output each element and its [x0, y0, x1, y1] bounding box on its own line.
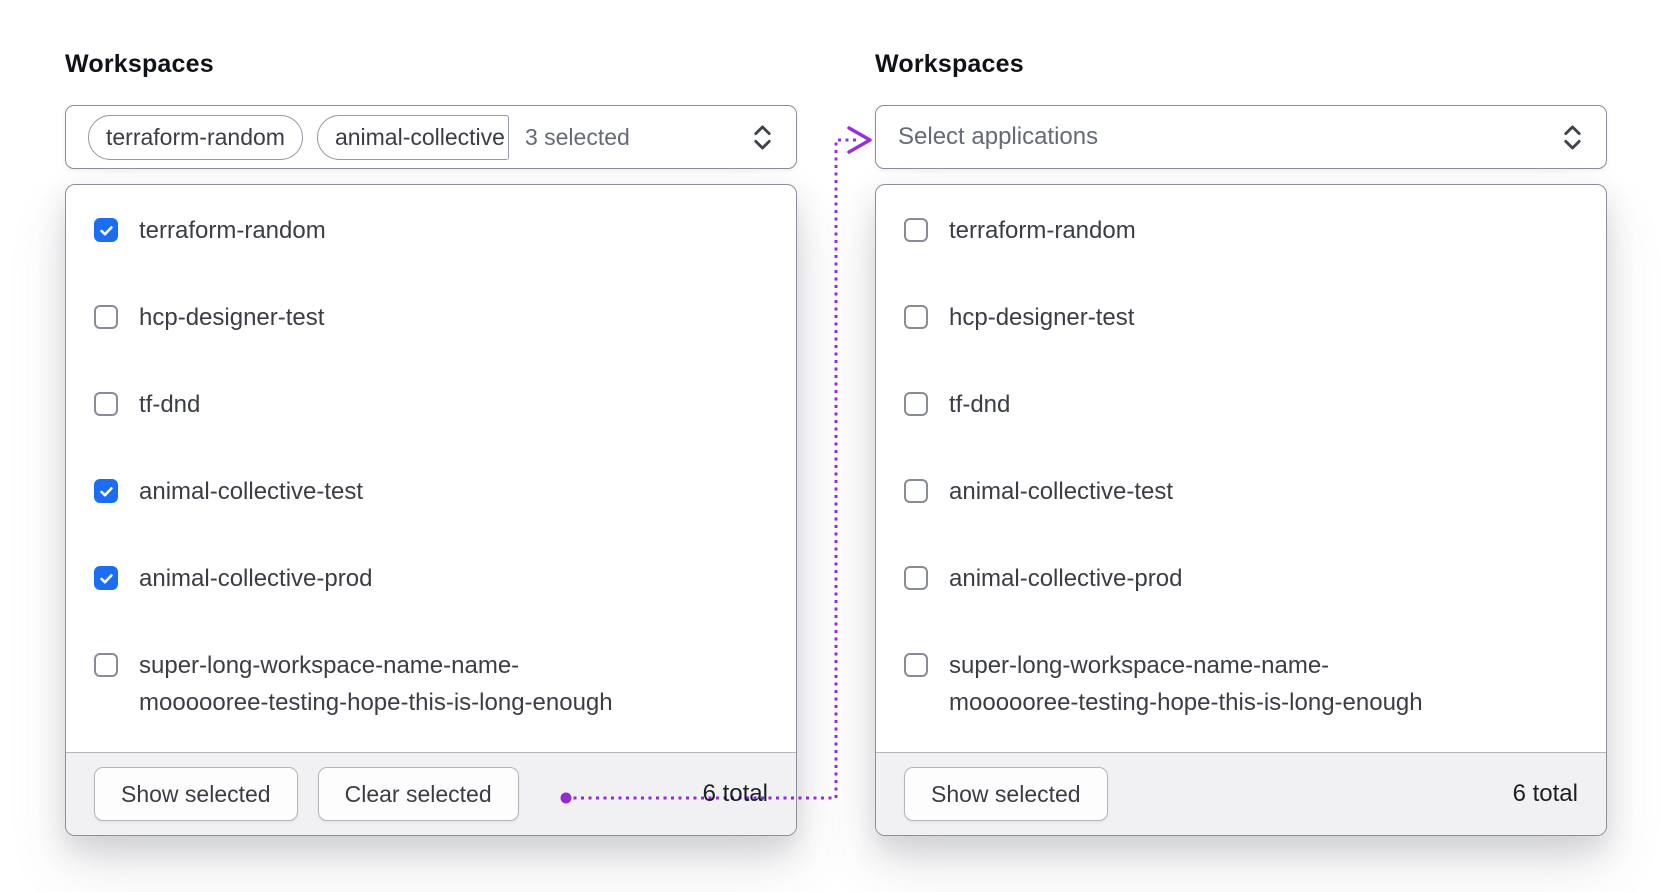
checkbox-unchecked[interactable]: [94, 653, 118, 677]
checkbox-unchecked[interactable]: [904, 653, 928, 677]
option-label: tf-dnd: [139, 391, 201, 418]
chevron-up-down-icon: [754, 125, 771, 149]
option-row[interactable]: tf-dnd: [904, 386, 1580, 423]
checkbox-checked[interactable]: [94, 479, 118, 503]
workspaces-label: Workspaces: [875, 50, 1024, 78]
footer-buttons: Show selected: [904, 767, 1128, 821]
option-row[interactable]: hcp-designer-test: [94, 299, 770, 336]
checkbox-unchecked[interactable]: [904, 218, 928, 242]
option-label: animal-collective-test: [139, 478, 364, 505]
option-label: hcp-designer-test: [949, 304, 1135, 331]
chevron-up-down-icon: [1564, 125, 1581, 149]
option-label: tf-dnd: [949, 391, 1011, 418]
option-label: animal-collective-prod: [949, 565, 1183, 592]
checkbox-unchecked[interactable]: [904, 566, 928, 590]
options-listbox: terraform-random hcp-designer-test tf-dnd a…: [65, 184, 797, 836]
multiselect-trigger[interactable]: Select applications: [875, 105, 1607, 169]
check-icon: [99, 486, 113, 496]
checkbox-unchecked[interactable]: [904, 305, 928, 329]
option-label: terraform-random: [949, 217, 1136, 244]
trigger-placeholder: Select applications: [898, 123, 1099, 150]
option-row[interactable]: super-long-workspace-name-name- mooooore…: [904, 647, 1580, 721]
show-selected-button[interactable]: Show selected: [94, 767, 298, 821]
checkbox-unchecked[interactable]: [94, 392, 118, 416]
workspaces-multiselect-left: Workspaces terraform-random animal-colle…: [65, 50, 797, 840]
workspaces-label: Workspaces: [65, 50, 214, 78]
option-label: animal-collective-test: [949, 478, 1174, 505]
show-selected-button[interactable]: Show selected: [904, 767, 1108, 821]
options-list: terraform-random hcp-designer-test tf-dnd a…: [66, 185, 796, 771]
option-label: hcp-designer-test: [139, 304, 325, 331]
selected-tag: terraform-random: [88, 114, 303, 160]
listbox-footer: Show selected 6 total: [876, 752, 1606, 835]
checkbox-unchecked[interactable]: [94, 305, 118, 329]
option-row[interactable]: animal-collective-prod: [904, 560, 1580, 597]
total-count: 6 total: [702, 780, 768, 807]
workspaces-multiselect-right: Workspaces Select applications terraform…: [875, 50, 1607, 840]
connector-arrowhead: [847, 126, 872, 154]
listbox-footer: Show selected Clear selected 6 total: [66, 752, 796, 835]
options-list: terraform-random hcp-designer-test tf-dnd a…: [876, 185, 1606, 771]
clear-selected-button[interactable]: Clear selected: [317, 767, 519, 821]
option-row[interactable]: terraform-random: [904, 212, 1580, 249]
footer-buttons: Show selected Clear selected: [94, 767, 539, 821]
option-row[interactable]: animal-collective-prod: [94, 560, 770, 597]
option-row[interactable]: terraform-random: [94, 212, 770, 249]
option-row[interactable]: tf-dnd: [94, 386, 770, 423]
option-label: super-long-workspace-name-name- mooooore…: [949, 652, 1423, 716]
checkbox-unchecked[interactable]: [904, 392, 928, 416]
option-row[interactable]: animal-collective-test: [904, 473, 1580, 510]
check-icon: [99, 573, 113, 583]
option-row[interactable]: hcp-designer-test: [904, 299, 1580, 336]
checkbox-unchecked[interactable]: [904, 479, 928, 503]
options-listbox: terraform-random hcp-designer-test tf-dnd a…: [875, 184, 1607, 836]
option-label: super-long-workspace-name-name- mooooore…: [139, 652, 613, 716]
checkbox-checked[interactable]: [94, 218, 118, 242]
multiselect-trigger[interactable]: terraform-random animal-collective 3 sel…: [65, 105, 797, 169]
option-row[interactable]: animal-collective-test: [94, 473, 770, 510]
check-icon: [99, 225, 113, 235]
selected-tag-truncated: animal-collective: [316, 114, 509, 160]
checkbox-checked[interactable]: [94, 566, 118, 590]
selected-count: 3 selected: [524, 123, 630, 150]
total-count: 6 total: [1512, 780, 1578, 807]
option-label: terraform-random: [139, 217, 326, 244]
option-row[interactable]: super-long-workspace-name-name- mooooore…: [94, 647, 770, 721]
option-label: animal-collective-prod: [139, 565, 373, 592]
